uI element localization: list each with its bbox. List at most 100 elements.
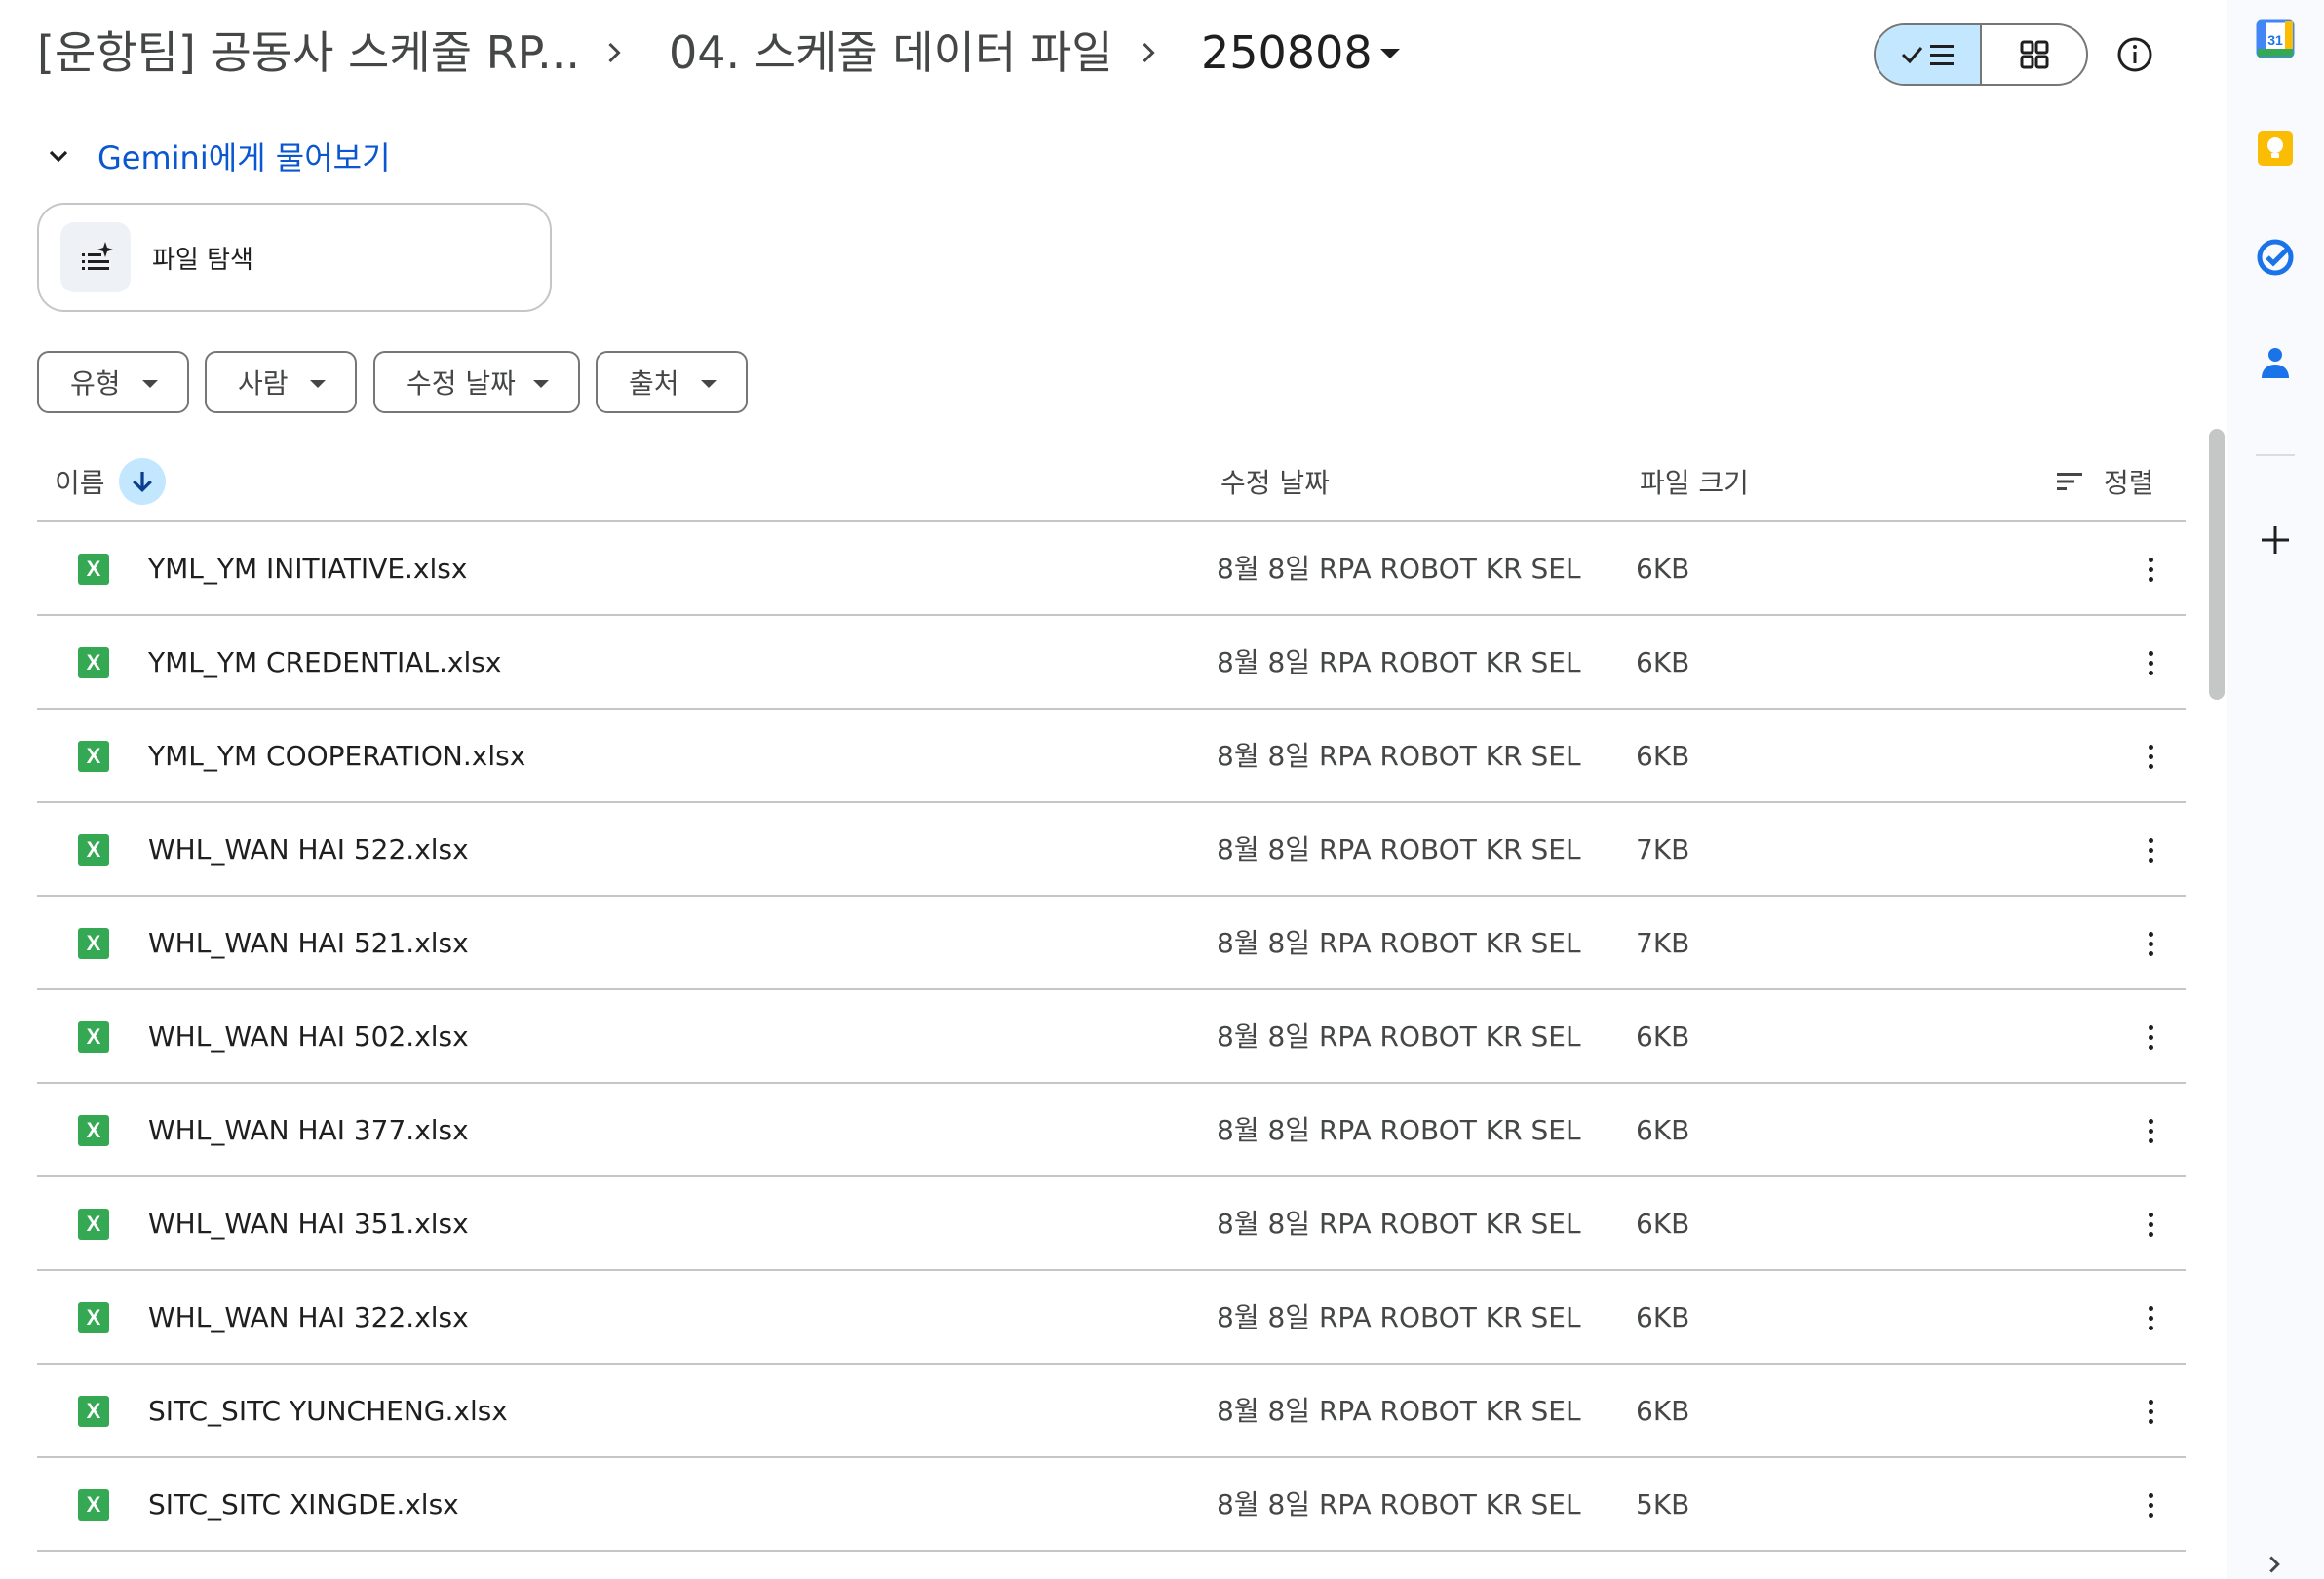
grid-view-button[interactable]	[1982, 25, 2086, 84]
file-name[interactable]: WHL_WAN HAI 322.xlsx	[148, 1271, 469, 1365]
add-icon[interactable]	[2256, 520, 2295, 559]
file-modified: 8월 8일 RPA ROBOT KR SEL	[1217, 1395, 1581, 1427]
file-size: 7KB	[1636, 833, 1690, 866]
more-actions-icon[interactable]	[2131, 1111, 2170, 1150]
table-row[interactable]: X WHL_WAN HAI 351.xlsx 8월 8일 RPA ROBOT KR …	[37, 1177, 2186, 1271]
calendar-icon[interactable]: 31	[2256, 19, 2295, 58]
table-row[interactable]: X SITC_SITC YUNCHENG.xlsx 8월 8일 RPA ROBOT …	[37, 1365, 2186, 1458]
sort-direction-button[interactable]	[118, 458, 166, 505]
file-modified: 8월 8일 RPA ROBOT KR SEL	[1217, 1301, 1581, 1333]
table-row[interactable]: X YML_YM INITIATIVE.xlsx 8월 8일 RPA ROBOT K…	[37, 522, 2186, 616]
gemini-brand: Gemini	[97, 139, 209, 176]
more-actions-icon[interactable]	[2131, 1298, 2170, 1337]
gemini-ask-toggle[interactable]: Gemini에게 물어보기	[43, 133, 391, 179]
info-icon[interactable]	[2115, 35, 2154, 74]
file-modified: 8월 8일 RPA ROBOT KR SEL	[1217, 1021, 1581, 1053]
dropdown-arrow-icon	[310, 380, 326, 388]
sparkle-list-icon	[60, 222, 131, 292]
column-name-label: 이름	[55, 467, 105, 499]
file-modified: 8월 8일 RPA ROBOT KR SEL	[1217, 927, 1581, 959]
table-row[interactable]: X WHL_WAN HAI 522.xlsx 8월 8일 RPA ROBOT KR …	[37, 803, 2186, 897]
file-name[interactable]: WHL_WAN HAI 522.xlsx	[148, 803, 469, 897]
contacts-icon[interactable]	[2256, 343, 2295, 382]
excel-file-icon: X	[78, 1209, 109, 1240]
breadcrumb-root[interactable]: [운항팀] 공동사 스케줄 RP...	[37, 21, 580, 84]
more-actions-icon[interactable]	[2131, 1205, 2170, 1244]
excel-file-icon: X	[78, 1115, 109, 1146]
filter-people[interactable]: 사람	[205, 351, 357, 413]
excel-file-icon: X	[78, 554, 109, 585]
file-name[interactable]: YML_YM INITIATIVE.xlsx	[148, 522, 467, 616]
side-panel: 31	[2227, 0, 2324, 1579]
table-row[interactable]: X WHL_WAN HAI 377.xlsx 8월 8일 RPA ROBOT KR …	[37, 1084, 2186, 1177]
gemini-label-rest: 에게 물어보기	[208, 139, 391, 176]
more-actions-icon[interactable]	[2131, 737, 2170, 776]
file-name[interactable]: WHL_WAN HAI 521.xlsx	[148, 897, 469, 990]
filter-source[interactable]: 출처	[596, 351, 748, 413]
tasks-icon[interactable]	[2256, 238, 2295, 277]
chevron-right-icon[interactable]	[2260, 1550, 2289, 1579]
file-name[interactable]: SITC_SITC XINGDE.xlsx	[148, 1458, 459, 1552]
filter-label: 수정 날짜	[407, 367, 516, 400]
chevron-right-icon	[1143, 42, 1155, 63]
filter-modified[interactable]: 수정 날짜	[373, 351, 580, 413]
excel-file-icon: X	[78, 1302, 109, 1333]
column-header-modified[interactable]: 수정 날짜	[1220, 441, 1330, 522]
file-modified: 8월 8일 RPA ROBOT KR SEL	[1217, 1488, 1581, 1521]
more-actions-icon[interactable]	[2131, 1485, 2170, 1524]
more-actions-icon[interactable]	[2131, 1018, 2170, 1057]
excel-file-icon: X	[78, 647, 109, 678]
file-name[interactable]: WHL_WAN HAI 377.xlsx	[148, 1084, 469, 1177]
file-size: 6KB	[1636, 646, 1690, 678]
list-view-button[interactable]	[1876, 25, 1982, 84]
filter-type[interactable]: 유형	[37, 351, 189, 413]
breadcrumb-middle[interactable]: 04. 스케줄 데이터 파일	[669, 21, 1113, 84]
more-actions-icon[interactable]	[2131, 1392, 2170, 1431]
file-name[interactable]: WHL_WAN HAI 502.xlsx	[148, 990, 469, 1084]
column-header-size[interactable]: 파일 크기	[1640, 441, 1749, 522]
dropdown-arrow-icon	[142, 380, 158, 388]
table-row[interactable]: X YML_YM CREDENTIAL.xlsx 8월 8일 RPA ROBOT K…	[37, 616, 2186, 710]
file-list: X YML_YM INITIATIVE.xlsx 8월 8일 RPA ROBOT K…	[37, 522, 2186, 1552]
header: [운항팀] 공동사 스케줄 RP... 04. 스케줄 데이터 파일 25080…	[0, 0, 2223, 109]
sort-label: 정렬	[2104, 467, 2154, 499]
file-modified: 8월 8일 RPA ROBOT KR SEL	[1217, 833, 1581, 866]
scrollbar[interactable]	[2209, 429, 2225, 700]
check-list-icon	[1901, 45, 1954, 65]
excel-file-icon: X	[78, 834, 109, 866]
table-row[interactable]: X WHL_WAN HAI 521.xlsx 8월 8일 RPA ROBOT KR …	[37, 897, 2186, 990]
excel-file-icon: X	[78, 1021, 109, 1053]
file-size: 6KB	[1636, 1114, 1690, 1146]
dropdown-arrow-icon	[701, 380, 717, 388]
explore-files-label: 파일 탐색	[152, 245, 253, 275]
keep-icon[interactable]	[2256, 129, 2295, 168]
file-size: 7KB	[1636, 927, 1690, 959]
more-actions-icon[interactable]	[2131, 643, 2170, 682]
column-modified-label: 수정 날짜	[1220, 467, 1330, 499]
file-name[interactable]: YML_YM CREDENTIAL.xlsx	[148, 616, 501, 710]
table-row[interactable]: X WHL_WAN HAI 322.xlsx 8월 8일 RPA ROBOT KR …	[37, 1271, 2186, 1365]
arrow-down-icon	[132, 472, 152, 493]
calendar-day: 31	[2267, 32, 2283, 48]
chevron-right-icon	[608, 42, 621, 63]
sort-options-button[interactable]: 정렬	[2055, 441, 2154, 522]
file-name[interactable]: SITC_SITC YUNCHENG.xlsx	[148, 1365, 508, 1458]
file-name[interactable]: YML_YM COOPERATION.xlsx	[148, 710, 525, 803]
more-actions-icon[interactable]	[2131, 550, 2170, 589]
gemini-label: Gemini에게 물어보기	[97, 134, 391, 178]
more-actions-icon[interactable]	[2131, 924, 2170, 963]
table-row[interactable]: X YML_YM COOPERATION.xlsx 8월 8일 RPA ROBOT …	[37, 710, 2186, 803]
table-row[interactable]: X WHL_WAN HAI 502.xlsx 8월 8일 RPA ROBOT KR …	[37, 990, 2186, 1084]
file-modified: 8월 8일 RPA ROBOT KR SEL	[1217, 646, 1581, 678]
breadcrumb-current-folder[interactable]: 250808	[1201, 21, 1373, 84]
file-modified: 8월 8일 RPA ROBOT KR SEL	[1217, 740, 1581, 772]
excel-file-icon: X	[78, 741, 109, 772]
file-size: 6KB	[1636, 1301, 1690, 1333]
file-name[interactable]: WHL_WAN HAI 351.xlsx	[148, 1177, 469, 1271]
dropdown-arrow-icon[interactable]	[1380, 49, 1400, 58]
table-header: 이름 수정 날짜 파일 크기 정렬	[37, 441, 2186, 522]
explore-files-card[interactable]: 파일 탐색	[37, 203, 552, 312]
column-header-name[interactable]: 이름	[55, 441, 166, 522]
table-row[interactable]: X SITC_SITC XINGDE.xlsx 8월 8일 RPA ROBOT KR…	[37, 1458, 2186, 1552]
more-actions-icon[interactable]	[2131, 830, 2170, 869]
